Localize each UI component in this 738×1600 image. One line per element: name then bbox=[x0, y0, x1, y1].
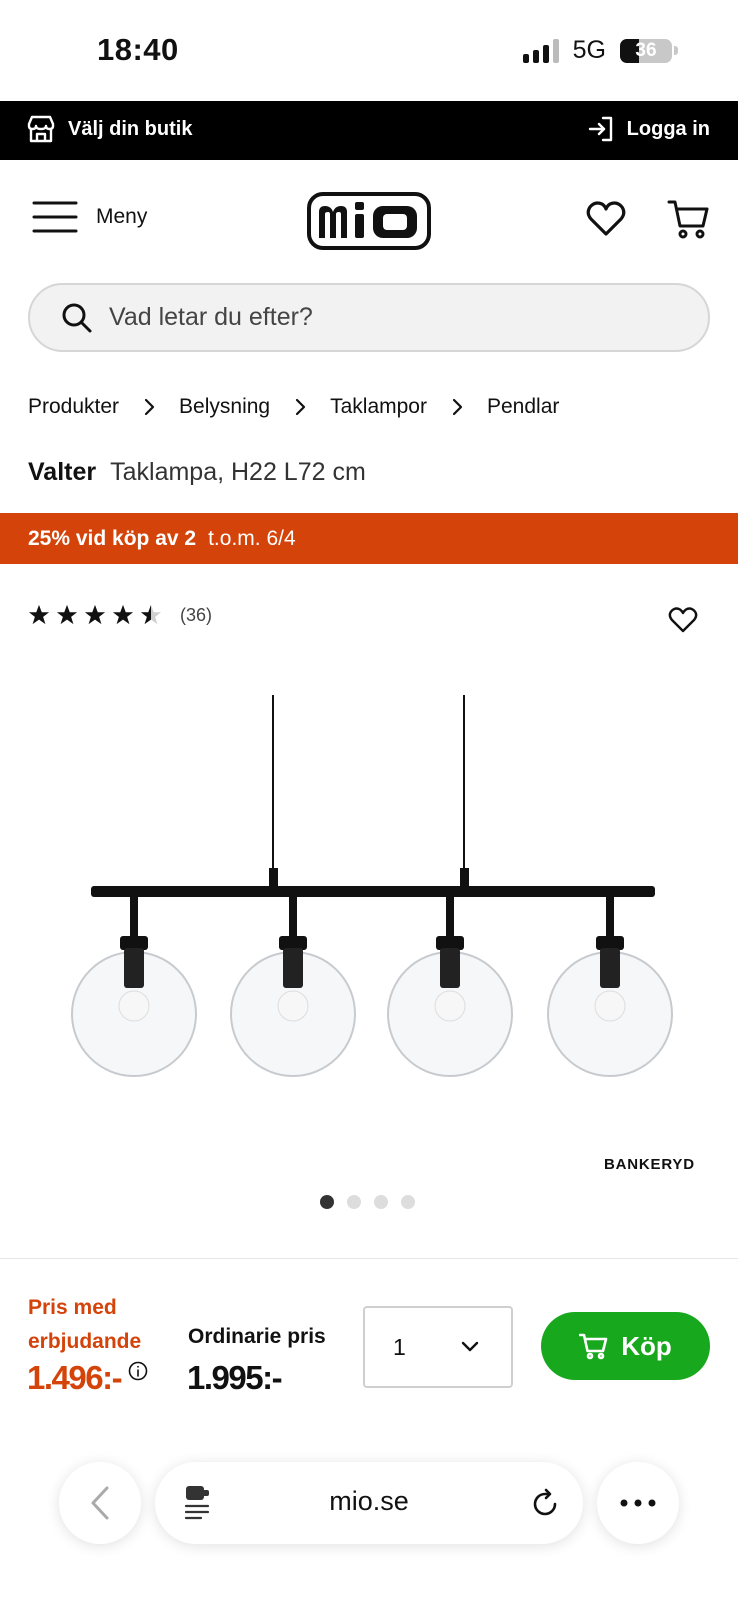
product-title: Valter Taklampa, H22 L72 cm bbox=[28, 458, 366, 487]
store-icon bbox=[27, 115, 55, 143]
favorite-heart-icon[interactable] bbox=[668, 606, 698, 634]
top-bar: Välj din butik Logga in bbox=[0, 101, 738, 160]
buy-button[interactable]: Köp bbox=[541, 1312, 710, 1380]
hamburger-icon bbox=[32, 201, 78, 233]
chevron-right-icon bbox=[452, 398, 463, 416]
promo-banner[interactable]: 25% vid köp av 2 t.o.m. 6/4 bbox=[0, 513, 738, 564]
more-options-button[interactable] bbox=[597, 1462, 679, 1544]
product-description: Taklampa, H22 L72 cm bbox=[110, 458, 366, 486]
star-icon bbox=[56, 604, 78, 625]
login-icon bbox=[588, 116, 612, 142]
globe-3 bbox=[387, 897, 513, 1077]
product-rating[interactable]: (36) bbox=[28, 604, 212, 626]
globe-4 bbox=[547, 897, 673, 1077]
battery-cap bbox=[674, 46, 678, 55]
star-icon bbox=[28, 604, 50, 625]
promo-validity: t.o.m. 6/4 bbox=[208, 526, 296, 550]
url-text: mio.se bbox=[329, 1486, 409, 1516]
regular-price-label: Ordinarie pris bbox=[188, 1325, 326, 1348]
search-icon bbox=[62, 303, 92, 332]
breadcrumb-item-pendlar[interactable]: Pendlar bbox=[487, 395, 559, 419]
quantity-select[interactable]: 1 bbox=[363, 1306, 513, 1388]
carousel-dot-4[interactable] bbox=[401, 1195, 415, 1209]
carousel-dot-2[interactable] bbox=[347, 1195, 361, 1209]
globe-1 bbox=[71, 897, 197, 1077]
network-type: 5G bbox=[572, 36, 606, 64]
login-label: Logga in bbox=[626, 117, 710, 140]
status-indicators: 5G 36 bbox=[522, 36, 678, 65]
chevron-right-icon bbox=[296, 398, 306, 416]
star-icon bbox=[112, 604, 134, 625]
address-bar[interactable]: mio.se bbox=[155, 1462, 583, 1544]
carousel-dot-1[interactable] bbox=[320, 1195, 334, 1209]
breadcrumb: Produkter Belysning Taklampor Pendlar bbox=[28, 395, 559, 419]
offer-price-label: Pris med erbjudande bbox=[28, 1296, 142, 1353]
product-brand: Valter bbox=[28, 458, 97, 486]
image-carousel-dots bbox=[320, 1195, 415, 1209]
half-star-icon bbox=[140, 604, 162, 625]
search-bar[interactable] bbox=[28, 283, 710, 352]
offer-price: 1.496:- bbox=[27, 1359, 123, 1396]
battery-icon: 36 bbox=[620, 38, 672, 63]
site-header: Meny bbox=[0, 160, 738, 280]
rating-count: (36) bbox=[180, 604, 213, 625]
reload-icon[interactable] bbox=[529, 1488, 561, 1520]
chevron-right-icon bbox=[144, 398, 155, 416]
mio-logo[interactable] bbox=[307, 192, 431, 250]
back-button[interactable] bbox=[59, 1462, 141, 1544]
breadcrumb-item-taklampor[interactable]: Taklampor bbox=[330, 395, 427, 419]
battery-level: 36 bbox=[635, 39, 657, 61]
select-store-label: Välj din butik bbox=[68, 117, 193, 140]
select-store-link[interactable]: Välj din butik bbox=[26, 115, 192, 143]
regular-price: 1.995:- bbox=[187, 1359, 283, 1396]
globe-2 bbox=[230, 897, 356, 1077]
wishlist-heart-icon[interactable] bbox=[585, 198, 627, 240]
promo-headline: 25% vid köp av 2 bbox=[28, 526, 197, 550]
chevron-left-icon bbox=[91, 1486, 109, 1520]
buy-label: Köp bbox=[621, 1330, 672, 1361]
chevron-down-icon bbox=[461, 1341, 479, 1352]
brand-watermark: BANKERYD bbox=[604, 1156, 695, 1173]
rating-stars bbox=[28, 604, 162, 626]
menu-label: Meny bbox=[96, 205, 148, 228]
carousel-dot-3[interactable] bbox=[374, 1195, 388, 1209]
ellipsis-icon bbox=[620, 1499, 656, 1507]
cart-icon[interactable] bbox=[667, 197, 711, 241]
login-link[interactable]: Logga in bbox=[587, 115, 710, 143]
cart-icon bbox=[579, 1333, 608, 1360]
browser-toolbar: mio.se bbox=[0, 1440, 738, 1600]
signal-icon bbox=[522, 38, 559, 63]
breadcrumb-item-belysning[interactable]: Belysning bbox=[179, 395, 270, 419]
product-image-pendant-lamp[interactable] bbox=[40, 680, 698, 1100]
menu-button[interactable]: Meny bbox=[32, 200, 147, 234]
info-icon[interactable] bbox=[128, 1361, 148, 1381]
status-bar: 18:40 5G 36 bbox=[0, 0, 738, 101]
star-icon bbox=[84, 604, 106, 625]
status-time: 18:40 bbox=[97, 32, 179, 67]
quantity-value: 1 bbox=[393, 1333, 406, 1360]
breadcrumb-item-produkter[interactable]: Produkter bbox=[28, 395, 119, 419]
search-input[interactable] bbox=[109, 303, 669, 332]
